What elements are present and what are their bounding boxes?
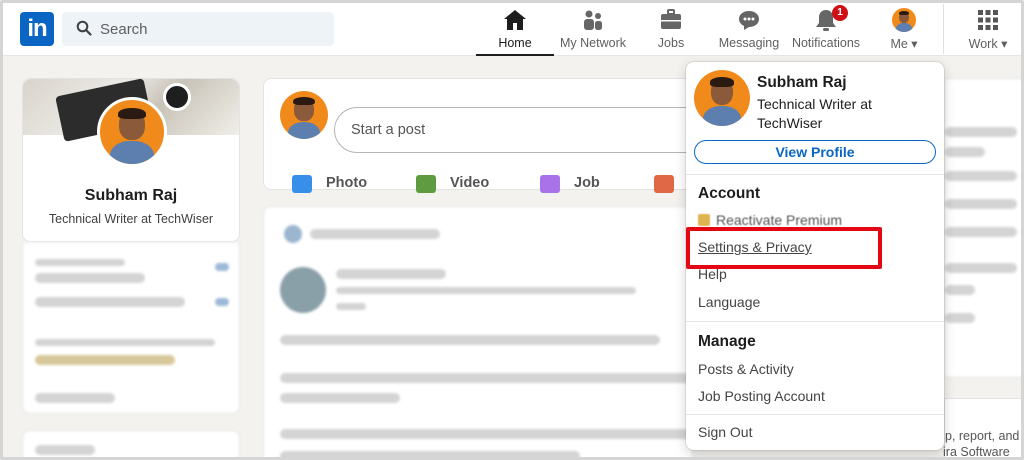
account-heading: Account bbox=[698, 185, 760, 202]
top-navigation: in Home My Network Jobs Messaging 1 bbox=[0, 0, 1024, 56]
premium-icon bbox=[698, 214, 710, 226]
nav-work-label: Work ▾ bbox=[968, 37, 1008, 51]
right-rail-ad[interactable]: p, report, and a ira Software bbox=[943, 398, 1024, 460]
linkedin-logo[interactable]: in bbox=[20, 12, 54, 46]
messaging-icon bbox=[716, 8, 782, 32]
nav-jobs[interactable]: Jobs bbox=[648, 6, 694, 56]
bell-icon: 1 bbox=[814, 5, 848, 32]
notification-badge: 1 bbox=[832, 5, 848, 21]
home-icon bbox=[476, 8, 554, 32]
menu-divider bbox=[686, 174, 944, 175]
job-posting-account-link[interactable]: Job Posting Account bbox=[698, 388, 825, 404]
nav-messaging-label: Messaging bbox=[718, 36, 780, 50]
ad-text-line-1: p, report, and a bbox=[945, 429, 1024, 443]
menu-divider bbox=[686, 414, 944, 415]
reactivate-premium-link[interactable]: Reactivate Premium bbox=[698, 212, 842, 228]
reactivate-premium-label: Reactivate Premium bbox=[716, 212, 843, 228]
nav-my-network[interactable]: My Network bbox=[556, 6, 630, 56]
nav-divider bbox=[943, 4, 944, 54]
nav-my-network-label: My Network bbox=[560, 36, 626, 50]
menu-profile-name: Subham Raj bbox=[757, 74, 847, 91]
nav-notifications[interactable]: 1 Notifications bbox=[788, 5, 864, 56]
nav-me-label: Me ▾ bbox=[890, 37, 918, 51]
nav-notifications-label: Notifications bbox=[791, 36, 861, 50]
settings-highlight-box bbox=[686, 227, 882, 269]
search-input[interactable] bbox=[100, 12, 320, 46]
network-icon bbox=[556, 8, 630, 32]
view-profile-button[interactable]: View Profile bbox=[694, 140, 936, 164]
sign-out-link[interactable]: Sign Out bbox=[698, 424, 752, 440]
nav-home-label: Home bbox=[498, 36, 532, 50]
language-link[interactable]: Language bbox=[698, 294, 760, 310]
search-icon bbox=[76, 20, 92, 41]
me-avatar bbox=[892, 8, 916, 32]
nav-me[interactable]: Me ▾ bbox=[880, 6, 928, 56]
search-bar[interactable] bbox=[62, 12, 334, 46]
ad-text-line-2: ira Software bbox=[943, 445, 1010, 459]
manage-heading: Manage bbox=[698, 333, 756, 350]
nav-jobs-label: Jobs bbox=[657, 36, 685, 50]
nav-messaging[interactable]: Messaging bbox=[716, 6, 782, 56]
menu-divider bbox=[686, 321, 944, 322]
grid-icon bbox=[976, 8, 1000, 32]
posts-activity-link[interactable]: Posts & Activity bbox=[698, 361, 794, 377]
briefcase-icon bbox=[648, 8, 694, 32]
nav-work[interactable]: Work ▾ bbox=[958, 6, 1018, 56]
menu-profile-title: Technical Writer at TechWiser bbox=[757, 96, 872, 131]
nav-home[interactable]: Home bbox=[476, 6, 554, 56]
menu-avatar[interactable] bbox=[694, 70, 750, 126]
